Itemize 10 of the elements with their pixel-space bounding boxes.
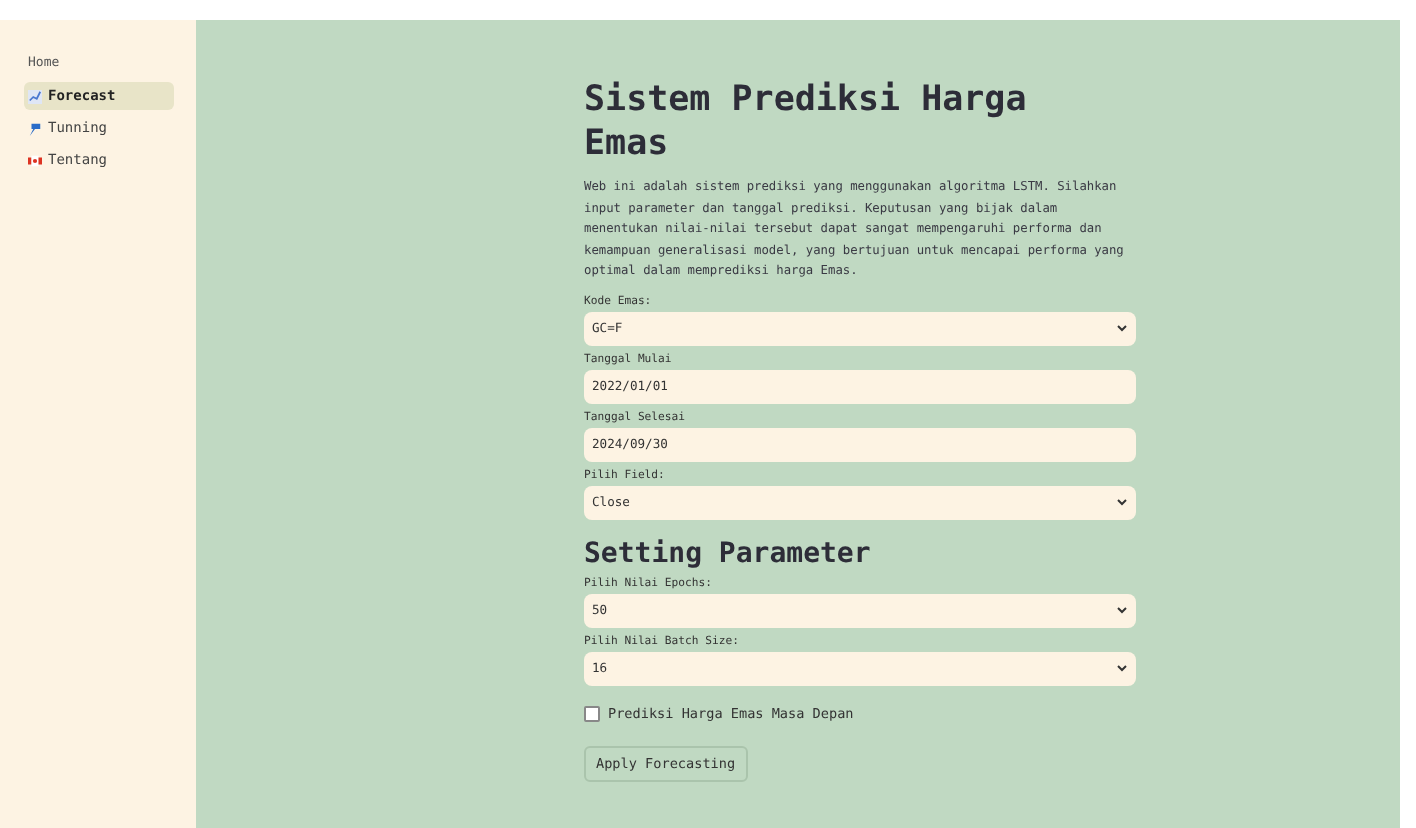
checkbox[interactable] (584, 705, 600, 721)
chevron-down-icon (1116, 324, 1128, 332)
page-title: Sistem Prediksi Harga Emas (584, 78, 1029, 166)
section-title: Setting Parameter (584, 537, 873, 569)
chevron-down-icon (1116, 498, 1128, 506)
chevron-down-icon (1116, 664, 1128, 672)
pin-icon (28, 121, 42, 135)
chevron-down-icon (1116, 606, 1128, 614)
flag-icon (28, 153, 42, 167)
chart-icon (28, 89, 42, 103)
